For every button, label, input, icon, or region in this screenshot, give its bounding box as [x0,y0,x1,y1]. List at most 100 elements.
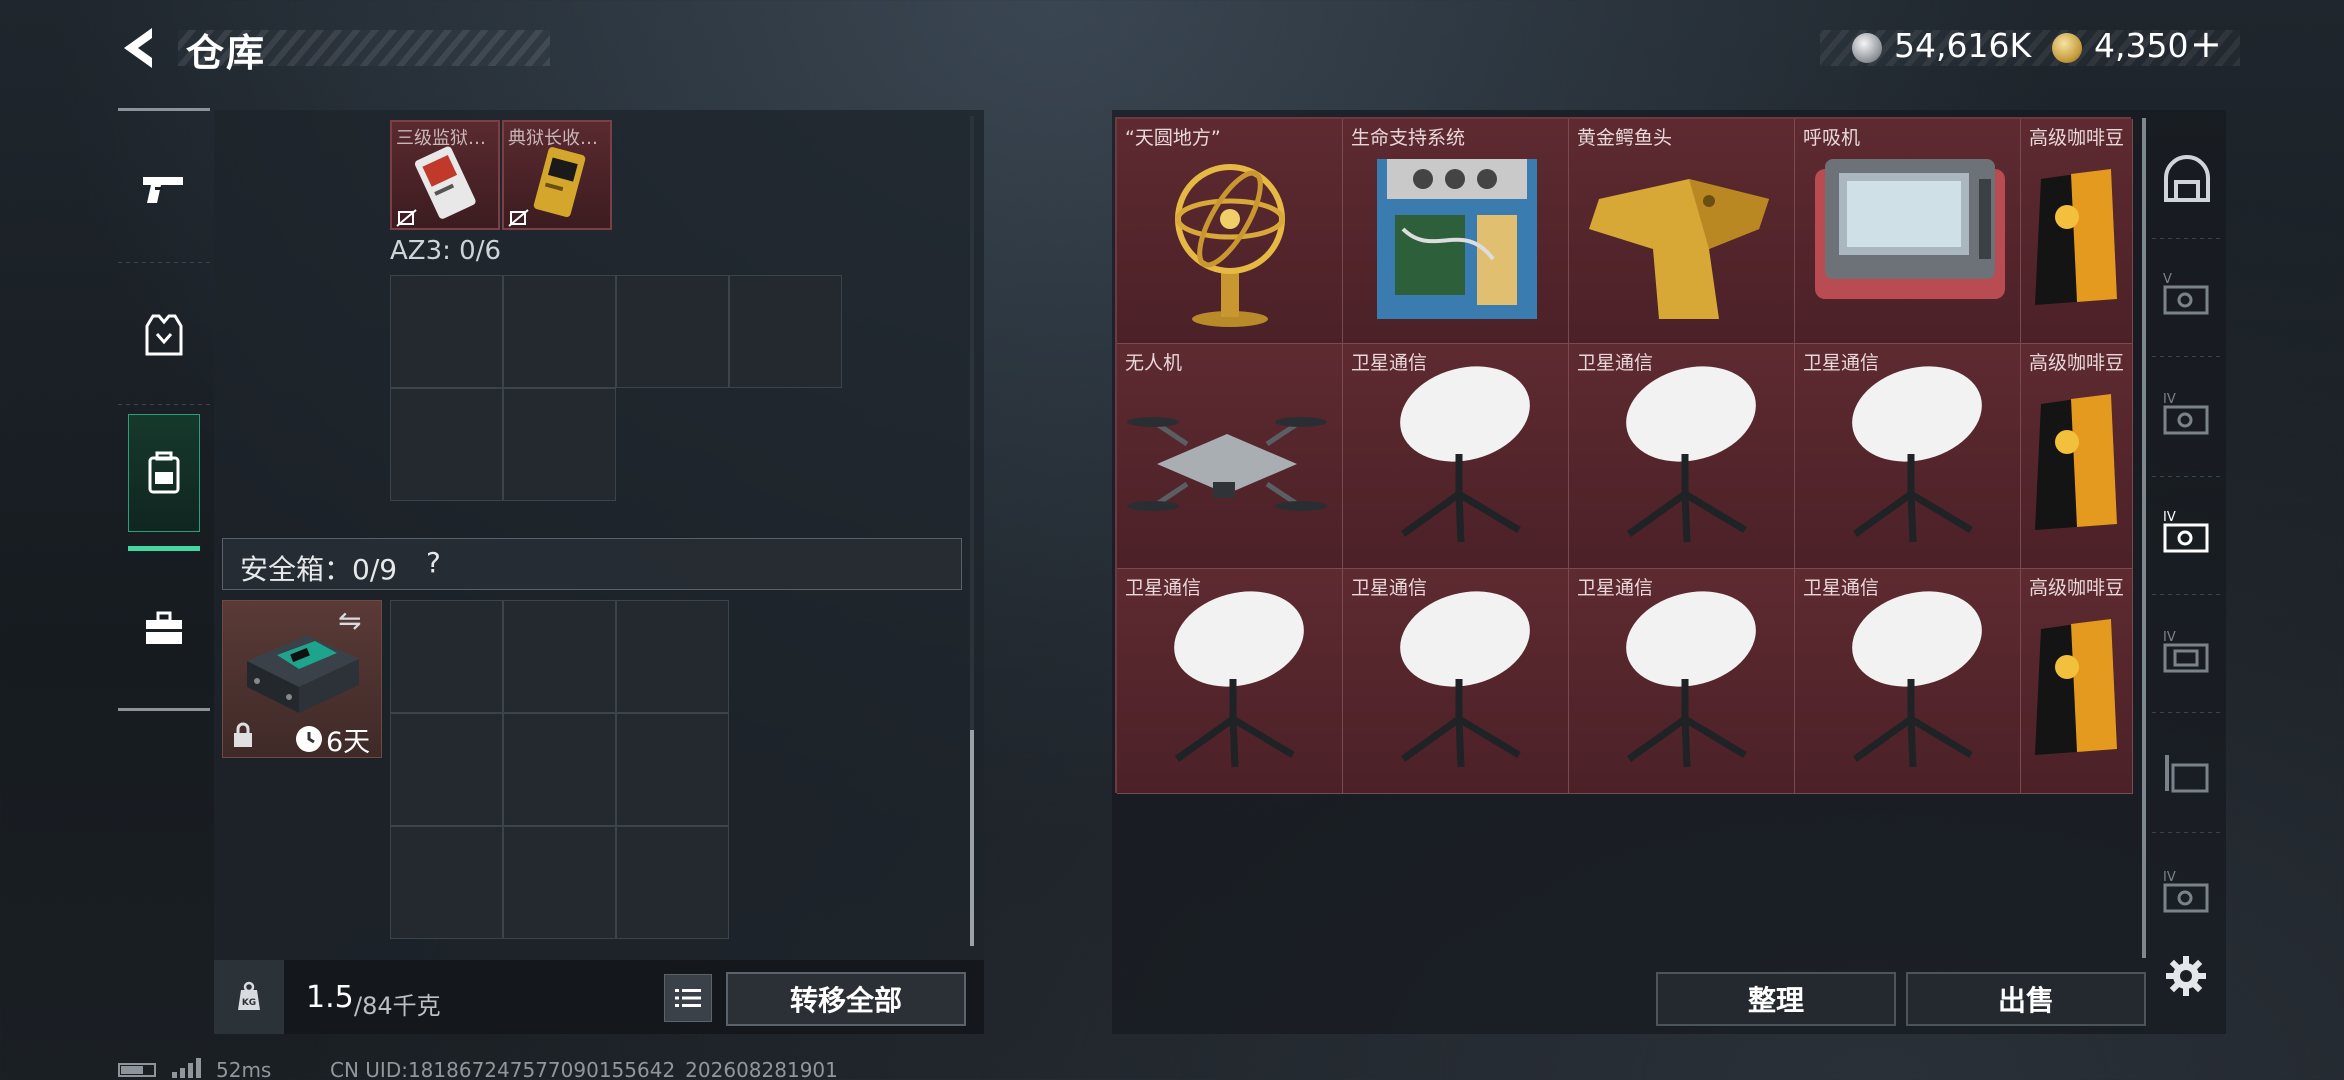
stash-item[interactable]: 卫星通信 [1117,569,1343,794]
rail-tab-vest[interactable] [128,276,200,394]
sell-button[interactable]: 出售 [1906,972,2146,1026]
rail-divider [2152,476,2222,477]
stash-item[interactable]: 卫星通信 [1795,569,2021,794]
safe-slot[interactable] [616,600,729,713]
satellite-dish-icon [1174,591,1304,768]
item-name: 卫星通信 [1125,577,1202,599]
item-name: 卫星通信 [1577,577,1654,599]
storage-slot[interactable] [729,275,842,388]
item-name: “天圆地方” [1125,127,1221,149]
storage-box-icon: IV [2163,870,2209,913]
safe-slot[interactable] [616,713,729,826]
storage-slot[interactable] [390,275,503,388]
storage-slot[interactable] [616,275,729,388]
stash-tab-4[interactable]: IV [2158,624,2216,682]
stash-tab-5[interactable] [2158,744,2216,802]
storage-slot[interactable] [503,388,616,501]
safe-box-help-button[interactable]: ? [426,546,441,579]
stash-tab-3-active[interactable]: IV [2158,504,2216,562]
pass-card-item[interactable]: 典狱长收… [502,120,612,230]
stash-item[interactable]: 黄金鳄鱼头 [1569,119,1795,344]
weight-current: 1.5 [306,980,354,1015]
gear-icon [2166,956,2206,996]
item-name: 卫星通信 [1577,352,1654,374]
briefcase-icon [146,611,182,644]
item-name: 高级咖啡豆 [2029,577,2125,599]
drone-icon [1127,417,1327,511]
rail-top-divider [118,108,210,111]
stash-tab-6[interactable]: IV [2158,864,2216,922]
gold-currency-amount: 4,350 [2094,26,2189,65]
coffee-beans-icon [2035,394,2117,530]
safe-slot[interactable] [616,826,729,939]
stash-item[interactable]: 呼吸机 [1795,119,2021,344]
lock-icon [234,722,252,747]
stash-scrollbar-thumb[interactable] [2142,118,2146,958]
storage-box-icon: V [2163,272,2209,315]
stash-item[interactable]: 卫星通信 [1569,569,1795,794]
satellite-dish-icon [1626,591,1756,768]
rail-tab-backpack[interactable] [128,414,200,532]
back-arrow-icon [124,28,152,68]
swap-icon[interactable]: ⇋ [338,604,361,637]
settings-button[interactable] [2160,950,2212,1002]
storage-box-icon: IV [2163,510,2209,553]
safe-slot[interactable] [390,826,503,939]
svg-text:V: V [2163,272,2172,287]
satellite-dish-icon [1852,591,1982,768]
rail-bottom-divider [118,708,210,711]
item-name: 黄金鳄鱼头 [1577,127,1673,149]
satellite-dish-icon [1852,366,1982,543]
transfer-all-button[interactable]: 转移全部 [726,972,966,1026]
storage-slot[interactable] [503,275,616,388]
satellite-dish-icon [1400,366,1530,543]
safe-slot[interactable] [503,600,616,713]
user-uid: CN UID:18186724757709015564​2_2026082819… [330,1058,838,1080]
safe-box-label: 安全箱：0/9 [240,553,398,586]
vault-icon [2164,155,2210,202]
backpack-scrollbar-thumb[interactable] [970,730,974,946]
stash-item[interactable]: 高级咖啡豆 [2021,569,2133,794]
rail-tab-case[interactable] [128,570,200,688]
life-support-icon [1377,159,1537,319]
pass-card-label: 三级监狱… [396,128,486,149]
stash-item[interactable]: 无人机 [1117,344,1343,569]
ventilator-icon [1815,159,2005,299]
silver-currency-amount: 54,616K [1894,26,2032,65]
list-view-button[interactable] [664,974,712,1022]
stash-item[interactable]: 卫星通信 [1343,344,1569,569]
silver-coin-icon [1852,33,1882,63]
item-name: 卫星通信 [1803,352,1880,374]
backpack-icon [148,451,180,494]
svg-text:IV: IV [2163,630,2176,645]
stash-item[interactable]: 卫星通信 [1569,344,1795,569]
page-title: 仓库 [186,31,267,75]
stash-item[interactable]: 生命支持系统 [1343,119,1569,344]
stash-tab-all[interactable] [2158,150,2216,208]
weight-icon-box: KG [214,960,284,1034]
svg-text:IV: IV [2163,510,2176,525]
active-tab-indicator [128,546,200,551]
safe-slot[interactable] [390,600,503,713]
stash-item[interactable]: 高级咖啡豆 [2021,119,2133,344]
item-name: 高级咖啡豆 [2029,352,2125,374]
no-trade-icon [508,209,529,227]
rail-divider [2152,238,2222,239]
stash-tab-2[interactable]: IV [2158,386,2216,444]
safe-slot[interactable] [503,826,616,939]
safe-slot[interactable] [503,713,616,826]
back-button[interactable] [112,22,164,74]
safe-slot[interactable] [390,713,503,826]
stash-tab-1[interactable]: V [2158,266,2216,324]
stash-item[interactable]: 卫星通信 [1795,344,2021,569]
add-currency-button[interactable]: + [2190,22,2222,66]
stash-item[interactable]: 高级咖啡豆 [2021,344,2133,569]
pass-card-item[interactable]: 三级监狱… [390,120,500,230]
sort-button[interactable]: 整理 [1656,972,1896,1026]
stash-item[interactable]: 卫星通信 [1343,569,1569,794]
rail-tab-weapon[interactable] [128,130,200,248]
battery-level [121,1066,143,1074]
storage-slot[interactable] [390,388,503,501]
stash-item[interactable]: “天圆地方” [1117,119,1343,344]
pass-card-label: 典狱长收… [508,128,598,149]
